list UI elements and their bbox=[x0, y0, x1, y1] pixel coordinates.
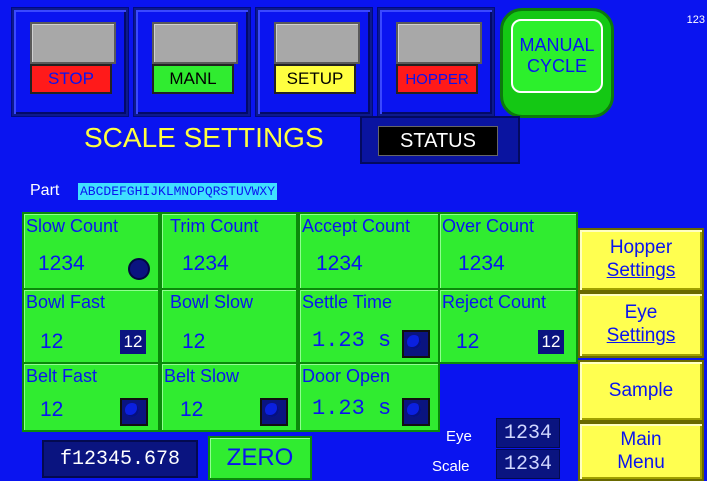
trim-count-value: 1234 bbox=[182, 252, 229, 275]
corner-label: 123 bbox=[686, 14, 705, 26]
bowl-slow-label: Bowl Slow bbox=[170, 292, 254, 312]
hopper-label: HOPPER bbox=[396, 64, 478, 94]
hopper-settings-line2: Settings bbox=[606, 260, 676, 281]
eye-settings-button[interactable]: Eye Settings bbox=[578, 292, 704, 358]
over-count-cell[interactable]: Over Count 1234 bbox=[438, 212, 578, 290]
hopper-settings-button[interactable]: Hopper Settings bbox=[578, 228, 704, 292]
settle-time-indicator-icon bbox=[402, 330, 430, 358]
weight-readout: f12345.678 bbox=[42, 440, 198, 478]
trim-count-label: Trim Count bbox=[170, 216, 259, 236]
stop-label: STOP bbox=[30, 64, 112, 94]
status-button[interactable]: STATUS bbox=[360, 116, 520, 164]
bowl-fast-label: Bowl Fast bbox=[26, 292, 106, 312]
manual-cycle-line1: MANUAL bbox=[519, 35, 595, 56]
slow-count-cell[interactable]: Slow Count 1234 bbox=[22, 212, 160, 290]
bowl-slow-value: 12 bbox=[182, 330, 206, 353]
settle-time-label: Settle Time bbox=[302, 292, 393, 312]
belt-fast-indicator-icon bbox=[120, 398, 148, 426]
status-label: STATUS bbox=[378, 126, 498, 156]
belt-fast-label: Belt Fast bbox=[26, 366, 98, 386]
bowl-fast-value: 12 bbox=[40, 330, 64, 353]
belt-slow-indicator-icon bbox=[260, 398, 288, 426]
manual-cycle-line2: CYCLE bbox=[526, 56, 588, 76]
slow-count-label: Slow Count bbox=[26, 216, 119, 236]
door-open-indicator-icon bbox=[402, 398, 430, 426]
settle-time-value: 1.23 s bbox=[312, 328, 392, 353]
sample-button[interactable]: Sample bbox=[578, 360, 704, 422]
over-count-value: 1234 bbox=[458, 252, 505, 275]
stop-mode-button[interactable]: STOP bbox=[12, 8, 128, 116]
setup-mode-button[interactable]: SETUP bbox=[256, 8, 372, 116]
setup-indicator bbox=[274, 22, 360, 64]
belt-fast-cell[interactable]: Belt Fast 12 bbox=[22, 362, 160, 432]
belt-slow-label: Belt Slow bbox=[164, 366, 240, 386]
part-label: Part bbox=[30, 182, 60, 199]
accept-count-cell[interactable]: Accept Count 1234 bbox=[298, 212, 440, 290]
door-open-cell[interactable]: Door Open 1.23 s bbox=[298, 362, 440, 432]
belt-slow-value: 12 bbox=[180, 398, 204, 421]
hopper-settings-line1: Hopper bbox=[609, 237, 673, 259]
bowl-fast-cell[interactable]: Bowl Fast 12 12 bbox=[22, 288, 160, 364]
eye-settings-line2: Settings bbox=[606, 325, 676, 346]
main-menu-line1: Main bbox=[620, 428, 662, 450]
belt-slow-cell[interactable]: Belt Slow 12 bbox=[160, 362, 298, 432]
bowl-fast-box: 12 bbox=[120, 330, 146, 354]
main-menu-button[interactable]: Main Menu bbox=[578, 422, 704, 481]
sample-label: Sample bbox=[608, 379, 674, 401]
bowl-slow-cell[interactable]: Bowl Slow 12 bbox=[160, 288, 298, 364]
reject-count-box: 12 bbox=[538, 330, 564, 354]
reject-count-label: Reject Count bbox=[442, 292, 547, 312]
page-title: SCALE SETTINGS bbox=[84, 122, 324, 153]
slow-count-indicator-icon bbox=[128, 258, 150, 280]
over-count-label: Over Count bbox=[442, 216, 535, 236]
eye-value: 1234 bbox=[496, 418, 560, 448]
manual-cycle-button[interactable]: MANUAL CYCLE bbox=[500, 8, 614, 118]
door-open-value: 1.23 s bbox=[312, 396, 392, 421]
reject-count-cell[interactable]: Reject Count 12 12 bbox=[438, 288, 578, 364]
hopper-mode-button[interactable]: HOPPER bbox=[378, 8, 494, 116]
scale-value: 1234 bbox=[496, 449, 560, 479]
accept-count-label: Accept Count bbox=[302, 216, 411, 236]
door-open-label: Door Open bbox=[302, 366, 391, 386]
eye-label: Eye bbox=[446, 428, 472, 445]
slow-count-value: 1234 bbox=[38, 252, 85, 275]
reject-count-value: 12 bbox=[456, 330, 480, 353]
part-value[interactable]: ABCDEFGHIJKLMNOPQRSTUVWXY bbox=[78, 183, 278, 200]
accept-count-value: 1234 bbox=[316, 252, 363, 275]
zero-button[interactable]: ZERO bbox=[208, 436, 312, 480]
manual-mode-button[interactable]: MANL bbox=[134, 8, 250, 116]
settle-time-cell[interactable]: Settle Time 1.23 s bbox=[298, 288, 440, 364]
setup-label: SETUP bbox=[274, 64, 356, 94]
stop-indicator bbox=[30, 22, 116, 64]
manual-label: MANL bbox=[152, 64, 234, 94]
main-menu-line2: Menu bbox=[617, 451, 665, 473]
scale-label: Scale bbox=[432, 458, 470, 475]
eye-settings-line1: Eye bbox=[624, 302, 658, 324]
hopper-indicator bbox=[396, 22, 482, 64]
trim-count-cell[interactable]: Trim Count 1234 bbox=[160, 212, 298, 290]
belt-fast-value: 12 bbox=[40, 398, 64, 421]
manual-indicator bbox=[152, 22, 238, 64]
